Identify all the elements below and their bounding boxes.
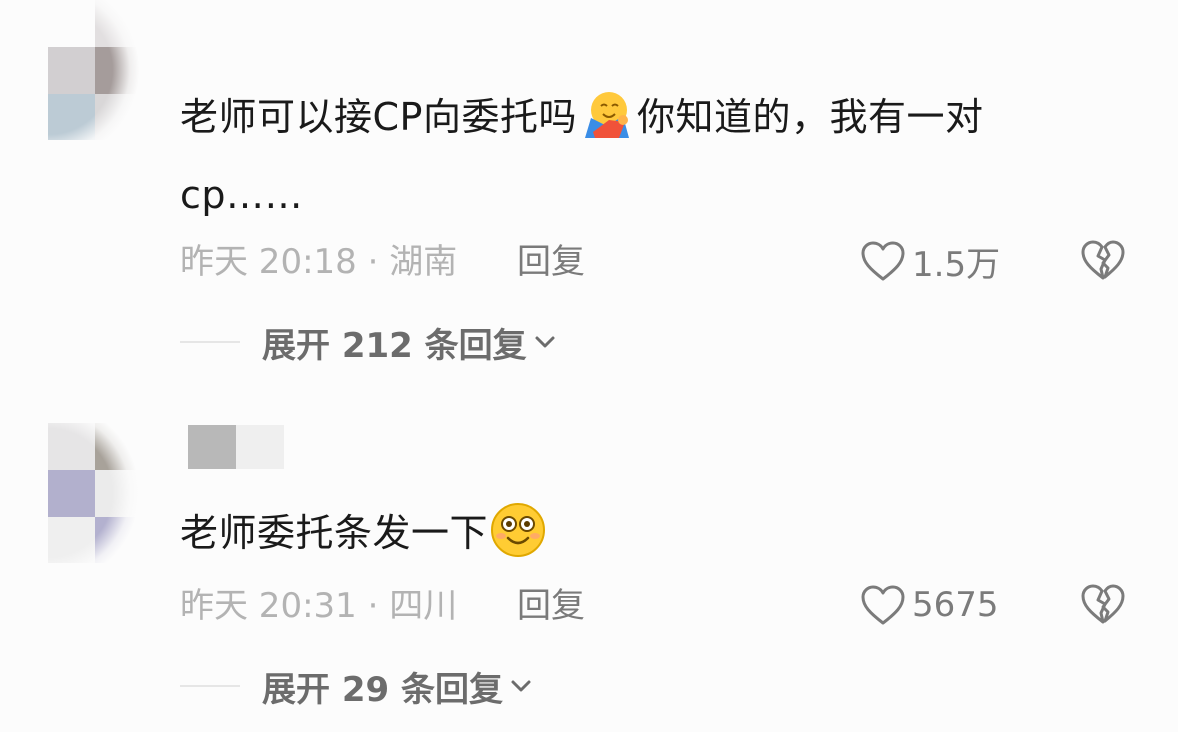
expand-replies-label: 展开 212 条回复 bbox=[262, 325, 527, 366]
chevron-down-icon bbox=[535, 336, 555, 348]
chevron-down-icon bbox=[511, 680, 531, 692]
like-button[interactable]: 5675 bbox=[860, 582, 999, 628]
comment-time-location: 昨天 20:31 · 四川 bbox=[180, 586, 458, 626]
avatar[interactable] bbox=[48, 423, 142, 563]
expand-replies-button[interactable]: 展开 212 条回复 bbox=[180, 320, 557, 366]
dislike-button[interactable] bbox=[1078, 582, 1128, 628]
comment-text-part: cp…… bbox=[180, 173, 304, 217]
comment-time-location: 昨天 20:18 · 湖南 bbox=[180, 242, 458, 282]
like-button[interactable]: 1.5万 bbox=[860, 238, 1001, 285]
reply-button[interactable]: 回复 bbox=[517, 584, 585, 628]
divider-line bbox=[180, 341, 240, 343]
dislike-button[interactable] bbox=[1078, 238, 1128, 284]
broken-heart-icon bbox=[1081, 240, 1125, 280]
expand-replies-label: 展开 29 条回复 bbox=[262, 669, 503, 710]
broken-heart-icon bbox=[1081, 584, 1125, 624]
like-count: 5675 bbox=[912, 585, 999, 625]
hugging-face-emoji-icon bbox=[579, 86, 635, 142]
comment-text-part: 老师可以接CP向委托吗 bbox=[180, 95, 577, 139]
comment-text-part: 老师委托条发一下 bbox=[180, 511, 489, 555]
like-count: 1.5万 bbox=[912, 244, 1001, 285]
divider-line bbox=[180, 685, 240, 687]
heart-icon bbox=[861, 585, 905, 625]
reply-button[interactable]: 回复 bbox=[517, 240, 585, 284]
expand-replies-button[interactable]: 展开 29 条回复 bbox=[180, 664, 533, 710]
avatar[interactable] bbox=[48, 0, 142, 140]
comment-text: 老师可以接CP向委托吗 你知道的，我有一对 cp…… bbox=[180, 78, 1140, 234]
username-redacted bbox=[188, 425, 284, 469]
heart-icon bbox=[861, 241, 905, 281]
comment-text-part: 你知道的，我有一对 bbox=[636, 95, 984, 139]
smiling-face-icon bbox=[490, 502, 546, 558]
comment-text: 老师委托条发一下 bbox=[180, 494, 548, 572]
